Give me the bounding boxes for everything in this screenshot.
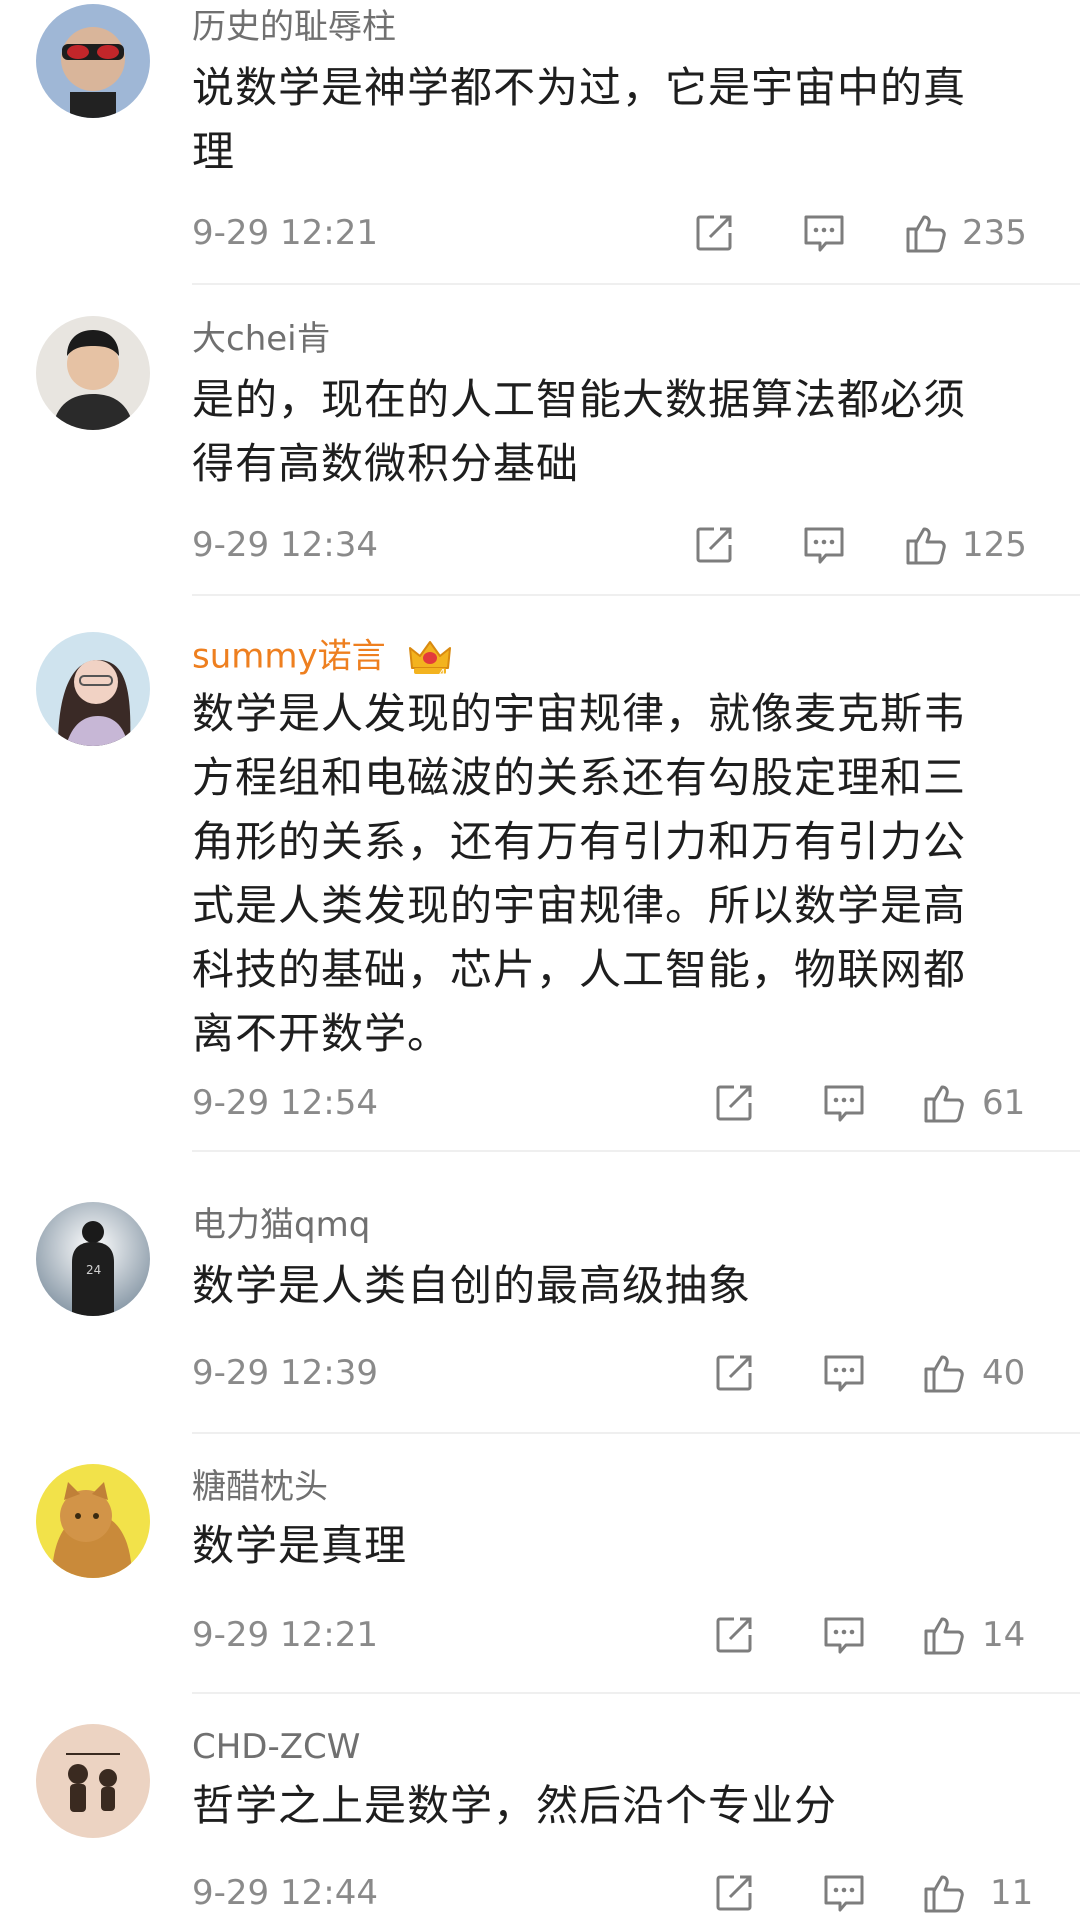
share-icon[interactable] xyxy=(712,1613,756,1657)
timestamp: 9-29 12:21 xyxy=(192,1615,378,1655)
thumbs-up-icon[interactable] xyxy=(922,1081,966,1125)
thumbs-up-icon[interactable] xyxy=(922,1871,966,1915)
username-text[interactable]: summy诺言 xyxy=(192,637,386,677)
avatar[interactable] xyxy=(36,1724,150,1838)
crown-icon: 4 xyxy=(408,638,452,679)
username[interactable]: CHD-ZCW xyxy=(192,1730,360,1764)
comment-footer: 9-29 12:34 125 xyxy=(0,520,1080,570)
share-icon[interactable] xyxy=(712,1351,756,1395)
comment-text: 数学是人发现的宇宙规律，就像麦克斯韦方程组和电磁波的关系还有勾股定理和三角形的关… xyxy=(192,689,967,1058)
like-count: 61 xyxy=(982,1083,1026,1123)
like-count: 14 xyxy=(982,1615,1026,1655)
timestamp: 9-29 12:34 xyxy=(192,525,378,565)
comment-icon[interactable] xyxy=(822,1871,866,1915)
avatar[interactable] xyxy=(36,4,150,118)
timestamp: 9-29 12:21 xyxy=(192,213,378,253)
comment-footer: 9-29 12:21 235 xyxy=(0,208,1080,258)
comment-text: 哲学之上是数学，然后沿个专业分 xyxy=(192,1781,838,1830)
comment-item: CHD-ZCW 哲学之上是数学，然后沿个专业分 9-29 12:44 11 xyxy=(0,1718,1080,1931)
thumbs-up-icon[interactable] xyxy=(922,1613,966,1657)
like-count: 40 xyxy=(982,1353,1026,1393)
comment-item: 24 电力猫qmq 数学是人类自创的最高级抽象 9-29 12:39 40 xyxy=(0,1196,1080,1434)
username[interactable]: 电力猫qmq xyxy=(192,1208,370,1242)
comment-item: 糖醋枕头 数学是真理 9-29 12:21 14 xyxy=(0,1458,1080,1694)
comment-footer: 9-29 12:54 61 xyxy=(0,1078,1080,1128)
comment-footer: 9-29 12:39 40 xyxy=(0,1348,1080,1398)
username[interactable]: 历史的耻辱柱 xyxy=(192,10,396,44)
share-icon[interactable] xyxy=(692,211,736,255)
comment-icon[interactable] xyxy=(822,1613,866,1657)
username[interactable]: summy诺言 4 xyxy=(192,637,452,679)
username[interactable]: 糖醋枕头 xyxy=(192,1470,328,1504)
svg-text:24: 24 xyxy=(86,1263,101,1277)
avatar[interactable]: 24 xyxy=(36,1202,150,1316)
avatar[interactable] xyxy=(36,316,150,430)
timestamp: 9-29 12:39 xyxy=(192,1353,378,1393)
like-count: 11 xyxy=(990,1873,1034,1913)
divider xyxy=(192,1692,1080,1694)
username[interactable]: 大chei肯 xyxy=(192,322,331,356)
like-count: 235 xyxy=(962,213,1027,253)
like-count: 125 xyxy=(962,525,1027,565)
comment-icon[interactable] xyxy=(802,523,846,567)
avatar[interactable] xyxy=(36,1464,150,1578)
divider xyxy=(192,594,1080,596)
thumbs-up-icon[interactable] xyxy=(904,523,948,567)
comment-icon[interactable] xyxy=(822,1081,866,1125)
timestamp: 9-29 12:44 xyxy=(192,1873,378,1913)
comment-text: 数学是真理 xyxy=(192,1521,408,1570)
comment-item: 大chei肯 是的，现在的人工智能大数据算法都必须得有高数微积分基础 9-29 … xyxy=(0,310,1080,600)
divider xyxy=(192,1432,1080,1434)
comment-footer: 9-29 12:44 11 xyxy=(0,1868,1080,1918)
divider xyxy=(192,283,1080,285)
comment-footer: 9-29 12:21 14 xyxy=(0,1610,1080,1660)
share-icon[interactable] xyxy=(692,523,736,567)
share-icon[interactable] xyxy=(712,1081,756,1125)
comment-text: 是的，现在的人工智能大数据算法都必须得有高数微积分基础 xyxy=(192,375,967,488)
divider xyxy=(192,1150,1080,1152)
thumbs-up-icon[interactable] xyxy=(904,211,948,255)
svg-text:4: 4 xyxy=(439,668,445,678)
comment-item: 历史的耻辱柱 说数学是神学都不为过，它是宇宙中的真理 9-29 12:21 23… xyxy=(0,0,1080,290)
share-icon[interactable] xyxy=(712,1871,756,1915)
comment-item: summy诺言 4 数学是人发现的宇宙规律，就像麦克斯韦方程组和电磁波的关系还有… xyxy=(0,626,1080,1156)
comment-text: 说数学是神学都不为过，它是宇宙中的真理 xyxy=(192,63,967,176)
thumbs-up-icon[interactable] xyxy=(922,1351,966,1395)
timestamp: 9-29 12:54 xyxy=(192,1083,378,1123)
comment-icon[interactable] xyxy=(802,211,846,255)
avatar[interactable] xyxy=(36,632,150,746)
comment-text: 数学是人类自创的最高级抽象 xyxy=(192,1261,752,1310)
comment-icon[interactable] xyxy=(822,1351,866,1395)
comment-feed: 历史的耻辱柱 说数学是神学都不为过，它是宇宙中的真理 9-29 12:21 23… xyxy=(0,0,1080,1931)
